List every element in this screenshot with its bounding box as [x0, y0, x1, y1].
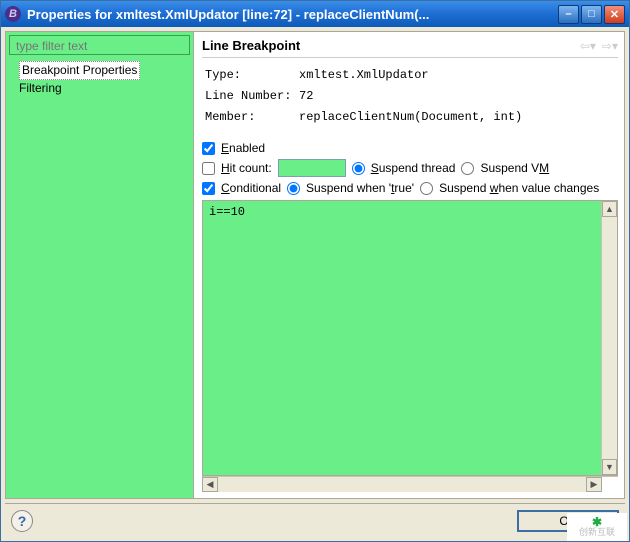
filter-input-wrap[interactable]: [9, 35, 190, 55]
conditional-checkbox[interactable]: Conditional: [202, 181, 281, 195]
bottom-bar: ? OK ✱创新互联: [5, 503, 625, 537]
suspend-when-change-radio[interactable]: Suspend when value changes: [420, 181, 599, 195]
condition-editor[interactable]: i==10: [203, 201, 601, 475]
enabled-checkbox[interactable]: Enabled: [202, 141, 265, 155]
filter-input[interactable]: [14, 38, 185, 54]
horizontal-scrollbar[interactable]: ◀ ▶: [202, 476, 618, 492]
type-value: xmltest.XmlUpdator: [298, 66, 616, 85]
nav-back-icon[interactable]: ⇦▾: [580, 39, 596, 53]
minimize-button[interactable]: –: [558, 5, 579, 24]
nav-forward-icon[interactable]: ⇨▾: [602, 39, 618, 53]
condition-editor-wrap: i==10 ▲ ▼: [202, 200, 618, 476]
app-icon: B: [5, 6, 21, 22]
page-title: Line Breakpoint: [202, 38, 580, 53]
hitcount-checkbox[interactable]: Hit count:: [202, 161, 272, 175]
scroll-up-icon[interactable]: ▲: [602, 201, 617, 217]
suspend-when-true-radio[interactable]: Suspend when 'true': [287, 181, 414, 195]
vertical-scrollbar[interactable]: ▲ ▼: [601, 201, 617, 475]
ok-button[interactable]: OK: [517, 510, 619, 532]
info-grid: Type: xmltest.XmlUpdator Line Number: 72…: [202, 64, 618, 129]
line-label: Line Number:: [204, 87, 296, 106]
sidebar: Breakpoint Properties Filtering: [6, 32, 194, 498]
scroll-left-icon[interactable]: ◀: [202, 477, 218, 492]
suspend-thread-radio[interactable]: Suspend thread: [352, 161, 456, 175]
tree-item-breakpoint-properties[interactable]: Breakpoint Properties: [19, 61, 140, 80]
window: B Properties for xmltest.XmlUpdator [lin…: [0, 0, 630, 542]
hitcount-input[interactable]: [282, 161, 342, 178]
close-button[interactable]: ✕: [604, 5, 625, 24]
maximize-button[interactable]: □: [581, 5, 602, 24]
titlebar: B Properties for xmltest.XmlUpdator [lin…: [1, 1, 629, 27]
member-label: Member:: [204, 108, 296, 127]
category-tree: Breakpoint Properties Filtering: [9, 59, 190, 101]
suspend-vm-radio[interactable]: Suspend VM: [461, 161, 549, 175]
scroll-down-icon[interactable]: ▼: [602, 459, 617, 475]
main-panel: Line Breakpoint ⇦▾ ⇨▾ Type: xmltest.XmlU…: [194, 32, 624, 498]
window-title: Properties for xmltest.XmlUpdator [line:…: [27, 7, 558, 22]
hitcount-input-wrap[interactable]: [278, 159, 346, 177]
type-label: Type:: [204, 66, 296, 85]
help-button[interactable]: ?: [11, 510, 33, 532]
tree-item-filtering[interactable]: Filtering: [19, 80, 186, 97]
member-value: replaceClientNum(Document, int): [298, 108, 616, 127]
scroll-right-icon[interactable]: ▶: [586, 477, 602, 492]
line-value: 72: [298, 87, 616, 106]
